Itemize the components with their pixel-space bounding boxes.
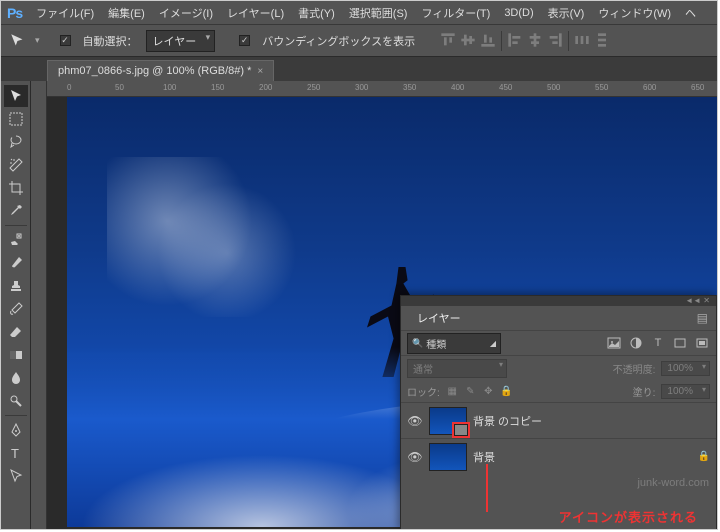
path-select-tool[interactable] — [4, 465, 28, 487]
options-bar: ▾ ✓ 自動選択： レイヤー ✓ バウンディングボックスを表示 — [1, 25, 717, 57]
annotation-line — [486, 464, 488, 512]
pen-tool[interactable] — [4, 419, 28, 441]
filter-type-icon[interactable]: T — [650, 336, 666, 350]
fill-dd[interactable]: 100% — [661, 384, 710, 399]
layer-name[interactable]: 背景 — [473, 449, 495, 465]
layer-row[interactable]: 👁 背景 のコピー — [401, 402, 716, 438]
move-tool[interactable] — [4, 85, 28, 107]
opacity-label: 不透明度: — [613, 361, 656, 376]
align-bottom-icon[interactable] — [479, 31, 497, 49]
layer-thumbnail[interactable] — [429, 407, 467, 435]
bbox-checkbox[interactable]: ✓ — [239, 35, 250, 46]
watermark: junk-word.com — [637, 477, 709, 489]
align-buttons — [439, 31, 611, 51]
filter-adjust-icon[interactable] — [628, 336, 644, 350]
vertical-ruler — [31, 81, 47, 530]
eraser-tool[interactable] — [4, 321, 28, 343]
blend-mode-dd[interactable]: 通常 — [407, 359, 507, 378]
app-logo: Ps — [7, 5, 22, 21]
lock-pixels-icon[interactable]: ✎ — [464, 386, 477, 397]
crop-tool[interactable] — [4, 177, 28, 199]
align-vcenter-icon[interactable] — [459, 31, 477, 49]
autoselect-checkbox[interactable]: ✓ — [60, 35, 71, 46]
annotation-text: アイコンが表示される — [559, 507, 698, 526]
stamp-tool[interactable] — [4, 275, 28, 297]
menu-help[interactable]: ヘ — [685, 5, 696, 21]
menu-edit[interactable]: 編集(E) — [108, 5, 145, 21]
visibility-icon[interactable]: 👁 — [407, 414, 423, 428]
layers-panel: ◄◄ ✕ レイヤー ▤ 🔍種類◢ T 通常 不透明度: 100% ロック: ▦ … — [400, 295, 717, 530]
filter-pixel-icon[interactable] — [606, 336, 622, 350]
menu-view[interactable]: 表示(V) — [548, 5, 585, 21]
lock-icon: 🔒 — [698, 451, 710, 462]
autoselect-label: 自動選択： — [83, 33, 138, 49]
align-top-icon[interactable] — [439, 31, 457, 49]
gradient-tool[interactable] — [4, 344, 28, 366]
eyedropper-tool[interactable] — [4, 200, 28, 222]
brush-tool[interactable] — [4, 252, 28, 274]
filter-shape-icon[interactable] — [672, 336, 688, 350]
distribute-h-icon[interactable] — [573, 31, 591, 49]
tab-title: phm07_0866-s.jpg @ 100% (RGB/8#) * — [58, 65, 251, 77]
menu-window[interactable]: ウィンドウ(W) — [598, 5, 671, 21]
align-left-icon[interactable] — [506, 31, 524, 49]
menu-layer[interactable]: レイヤー(L) — [227, 5, 284, 21]
layers-tab[interactable]: レイヤー — [409, 306, 469, 330]
menu-filter[interactable]: フィルター(T) — [421, 5, 490, 21]
opacity-dd[interactable]: 100% — [661, 361, 710, 376]
dodge-tool[interactable] — [4, 390, 28, 412]
distribute-v-icon[interactable] — [593, 31, 611, 49]
magic-wand-tool[interactable] — [4, 154, 28, 176]
fill-label: 塗り: — [633, 384, 656, 399]
panel-collapse-bar[interactable]: ◄◄ ✕ — [401, 296, 716, 306]
healing-brush-tool[interactable] — [4, 229, 28, 251]
layer-name[interactable]: 背景 のコピー — [473, 413, 542, 429]
filter-smart-icon[interactable] — [694, 336, 710, 350]
tool-preset-dd[interactable]: ▾ — [35, 35, 40, 46]
lock-position-icon[interactable]: ✥ — [482, 386, 495, 397]
svg-text:T: T — [11, 446, 19, 461]
align-right-icon[interactable] — [546, 31, 564, 49]
toolbox: T — [1, 81, 31, 530]
move-tool-icon — [9, 32, 27, 50]
history-brush-tool[interactable] — [4, 298, 28, 320]
close-tab-icon[interactable]: × — [257, 66, 263, 77]
lock-transparency-icon[interactable]: ▦ — [446, 386, 459, 397]
layer-list: 👁 背景 のコピー 👁 背景 🔒 — [401, 402, 716, 474]
align-hcenter-icon[interactable] — [526, 31, 544, 49]
menu-bar: Ps ファイル(F) 編集(E) イメージ(I) レイヤー(L) 書式(Y) 選… — [1, 1, 717, 25]
lasso-tool[interactable] — [4, 131, 28, 153]
lock-label: ロック: — [407, 384, 440, 399]
layer-filter-dd[interactable]: 🔍種類◢ — [407, 333, 501, 354]
visibility-icon[interactable]: 👁 — [407, 450, 423, 464]
panel-menu-icon[interactable]: ▤ — [697, 311, 708, 325]
type-tool[interactable]: T — [4, 442, 28, 464]
menu-type[interactable]: 書式(Y) — [298, 5, 335, 21]
document-tabs: phm07_0866-s.jpg @ 100% (RGB/8#) * × — [1, 57, 717, 81]
menu-select[interactable]: 選択範囲(S) — [349, 5, 408, 21]
menu-3d[interactable]: 3D(D) — [504, 7, 533, 19]
document-tab[interactable]: phm07_0866-s.jpg @ 100% (RGB/8#) * × — [47, 60, 274, 81]
lock-all-icon[interactable]: 🔒 — [500, 386, 513, 397]
autoselect-target-dd[interactable]: レイヤー — [146, 30, 216, 52]
horizontal-ruler: 050100150200250300350400450500550600650 — [47, 81, 717, 97]
layer-thumbnail[interactable] — [429, 443, 467, 471]
canvas-area: 050100150200250300350400450500550600650 … — [31, 81, 717, 530]
annotation-highlight — [452, 422, 470, 438]
marquee-tool[interactable] — [4, 108, 28, 130]
bbox-label: バウンディングボックスを表示 — [262, 33, 415, 49]
menu-image[interactable]: イメージ(I) — [159, 5, 213, 21]
menu-file[interactable]: ファイル(F) — [36, 5, 94, 21]
layer-row[interactable]: 👁 背景 🔒 — [401, 438, 716, 474]
blur-tool[interactable] — [4, 367, 28, 389]
